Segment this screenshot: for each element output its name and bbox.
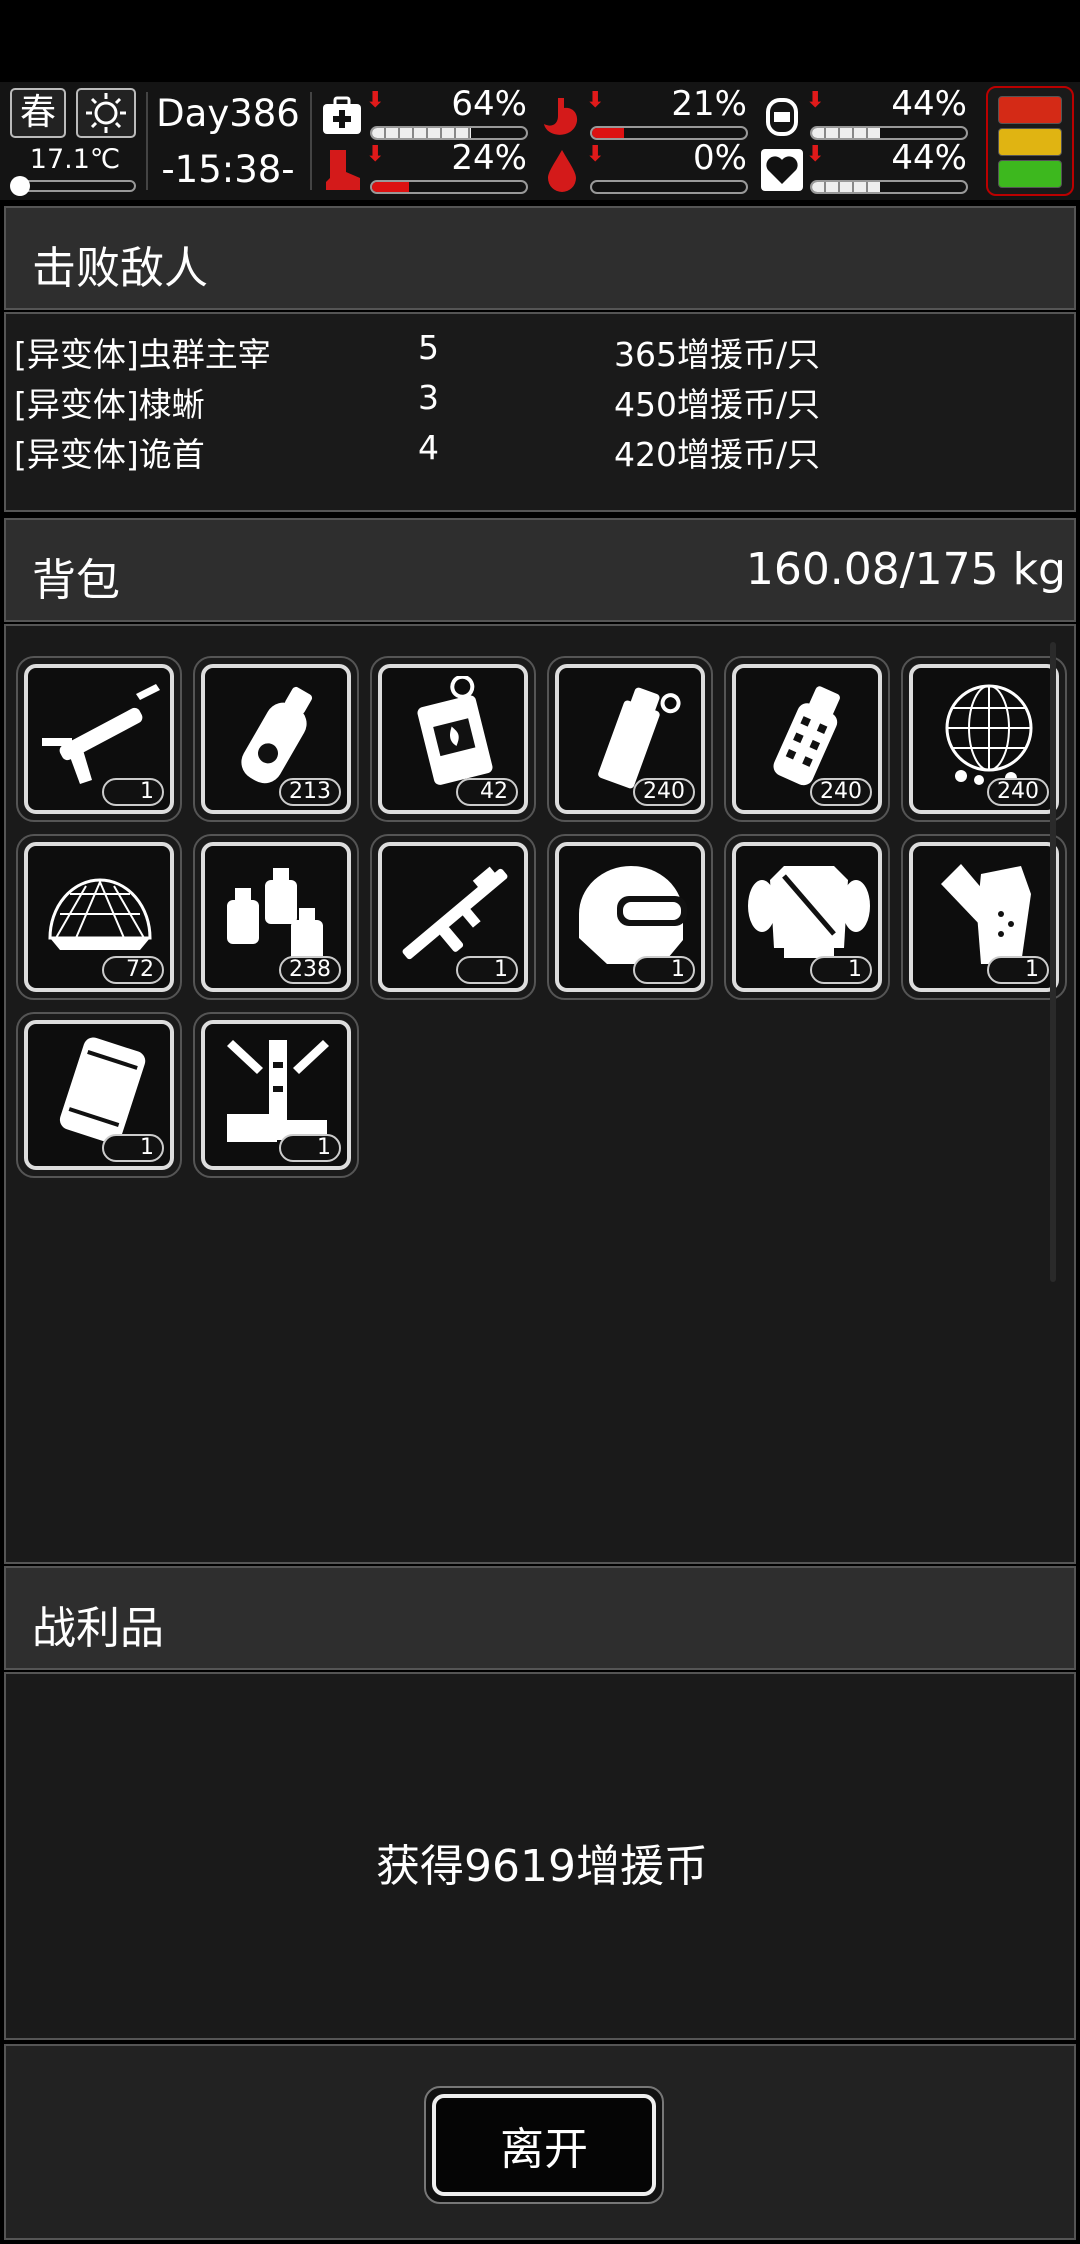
stat-value: 0% (693, 138, 747, 178)
stat-value: 64% (451, 84, 527, 124)
item-count: 1 (987, 956, 1049, 984)
stat-bar (810, 180, 968, 194)
enemies-title: 击败敌人 (32, 243, 208, 294)
trend-down-icon: ⬇ (806, 142, 825, 167)
item-count: 1 (633, 956, 695, 984)
inventory-item[interactable]: 240 (901, 656, 1067, 822)
stat-water: ⬇ 44% (760, 84, 975, 142)
item-count: 1 (102, 1134, 164, 1162)
enemy-reward: 420增援币/只 (614, 435, 821, 474)
inventory-item[interactable]: 42 (370, 656, 536, 822)
stomach-icon (540, 94, 584, 138)
enemy-count: 5 (418, 328, 439, 367)
heart-icon (760, 148, 804, 192)
backpack-title: 背包 (32, 555, 120, 606)
signal-yellow (998, 128, 1062, 156)
inventory-item[interactable]: 1 (724, 834, 890, 1000)
divider (310, 92, 312, 190)
game-clock: -15:38- (161, 148, 295, 191)
canteen-icon (760, 94, 804, 138)
item-count: 240 (987, 778, 1049, 806)
enemy-count: 3 (418, 378, 439, 417)
trend-down-icon: ⬇ (586, 142, 605, 167)
loot-header: 战利品 (4, 1566, 1076, 1670)
inventory-item[interactable]: 1 (193, 1012, 359, 1178)
inventory-item[interactable]: 240 (724, 656, 890, 822)
stat-stamina: ⬇ 24% (320, 138, 535, 196)
trend-down-icon: ⬇ (366, 88, 385, 113)
enemy-reward: 450增援币/只 (614, 385, 821, 424)
boot-icon (320, 148, 364, 192)
backpack-header: 背包 160.08/175 kg (4, 518, 1076, 622)
loot-title: 战利品 (32, 1603, 164, 1654)
stat-bar (590, 180, 748, 194)
enemy-name: [异变体]棣蜥 (14, 385, 205, 424)
trend-down-icon: ⬇ (806, 88, 825, 113)
trend-down-icon: ⬇ (366, 142, 385, 167)
inventory-item[interactable]: 1 (901, 834, 1067, 1000)
backpack-weight: 160.08/175 kg (745, 544, 1066, 595)
item-count: 1 (279, 1134, 341, 1162)
stat-health: ⬇ 64% (320, 84, 535, 142)
stat-value: 44% (891, 84, 967, 124)
scrollbar[interactable] (1050, 642, 1056, 1282)
inventory-item[interactable]: 1 (16, 656, 182, 822)
backpack-grid: 1 213 42 240 240 240 72 238 1 1 1 1 1 1 (4, 624, 1076, 1564)
inventory-item[interactable]: 238 (193, 834, 359, 1000)
stat-value: 24% (451, 138, 527, 178)
enemy-reward: 365增援币/只 (614, 335, 821, 374)
enemy-name: [异变体]诡首 (14, 435, 205, 474)
temperature-bar (10, 176, 136, 196)
season-badge: 春 (10, 88, 66, 138)
leave-button-frame: 离开 (424, 2086, 664, 2204)
status-hud: 春 17.1℃ Day386 -15:38- ⬇ 64% ⬇ 21% ⬇ 44%… (0, 82, 1080, 200)
stat-bar (370, 180, 528, 194)
stat-blood: ⬇ 0% (540, 138, 755, 196)
status-signal-light[interactable] (986, 86, 1074, 196)
trend-down-icon: ⬇ (586, 88, 605, 113)
loot-reward-text: 获得9619增援币 (376, 1841, 708, 1892)
stat-value: 21% (671, 84, 747, 124)
inventory-item[interactable]: 1 (16, 1012, 182, 1178)
inventory-item[interactable]: 240 (547, 656, 713, 822)
leave-button[interactable]: 离开 (432, 2094, 656, 2196)
sun-icon (76, 88, 136, 138)
blood-drop-icon (540, 148, 584, 192)
item-count: 1 (102, 778, 164, 806)
stat-mood: ⬇ 44% (760, 138, 975, 196)
item-count: 238 (279, 956, 341, 984)
item-count: 42 (456, 778, 518, 806)
loot-panel: 获得9619增援币 (4, 1672, 1076, 2040)
stat-value: 44% (891, 138, 967, 178)
divider (146, 92, 148, 190)
item-count: 240 (810, 778, 872, 806)
item-count: 1 (810, 956, 872, 984)
temperature-label: 17.1℃ (29, 144, 121, 175)
item-count: 240 (633, 778, 695, 806)
inventory-item[interactable]: 72 (16, 834, 182, 1000)
enemies-header: 击败敌人 (4, 206, 1076, 310)
inventory-item[interactable]: 1 (370, 834, 536, 1000)
inventory-item[interactable]: 1 (547, 834, 713, 1000)
item-count: 72 (102, 956, 164, 984)
enemies-list: [异变体]虫群主宰 5 365增援币/只 [异变体]棣蜥 3 450增援币/只 … (4, 312, 1076, 512)
signal-red (998, 96, 1062, 124)
item-count: 1 (456, 956, 518, 984)
stat-hunger: ⬇ 21% (540, 84, 755, 142)
first-aid-kit-icon (320, 94, 364, 138)
enemy-name: [异变体]虫群主宰 (14, 335, 271, 374)
inventory-item[interactable]: 213 (193, 656, 359, 822)
item-count: 213 (279, 778, 341, 806)
day-counter: Day386 (156, 92, 300, 135)
signal-green (998, 160, 1062, 188)
enemy-count: 4 (418, 428, 439, 467)
